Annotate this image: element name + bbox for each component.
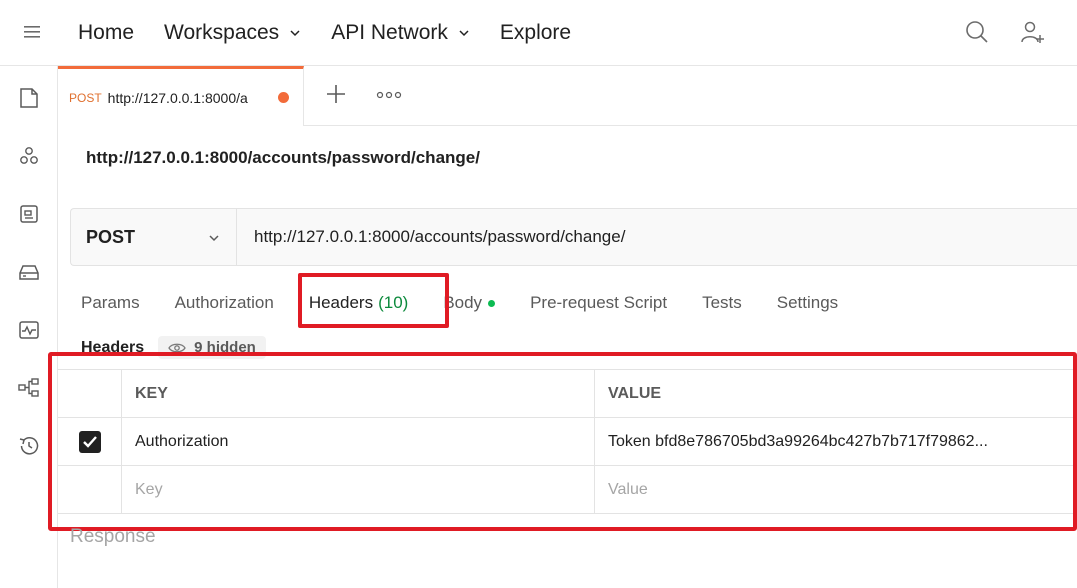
headers-table-highlight-box [48, 352, 1077, 531]
add-user-icon[interactable] [1019, 18, 1047, 46]
request-tab-url: http://127.0.0.1:8000/a [107, 89, 248, 106]
new-tab-plus-icon[interactable] [324, 82, 348, 106]
request-tab[interactable]: POST http://127.0.0.1:8000/a [58, 66, 304, 126]
nav-explore-label: Explore [499, 21, 572, 44]
nav-api-network-label: API Network [331, 21, 448, 44]
tab-authorization-label: Authorization [174, 293, 274, 312]
tab-body[interactable]: Body [443, 293, 496, 313]
main-nav: Home Workspaces API Network Explore [78, 0, 601, 66]
tab-settings[interactable]: Settings [777, 293, 838, 313]
tab-settings-label: Settings [776, 293, 839, 312]
tab-params[interactable]: Params [81, 293, 140, 313]
chevron-down-icon [209, 235, 219, 242]
tab-tests[interactable]: Tests [702, 293, 742, 313]
unsaved-dot-icon [277, 92, 289, 103]
more-tabs-icon[interactable] [376, 90, 402, 100]
top-bar: Home Workspaces API Network Explore [0, 0, 1077, 66]
nav-explore[interactable]: Explore [500, 21, 571, 45]
top-right-actions [963, 18, 1047, 46]
chevron-down-icon [459, 30, 469, 37]
tab-body-label: Body [443, 293, 483, 312]
response-section-label: Response [70, 526, 156, 547]
collections-icon[interactable] [17, 86, 41, 110]
url-input[interactable]: http://127.0.0.1:8000/accounts/password/… [237, 227, 625, 247]
environments-icon[interactable] [17, 202, 41, 226]
nav-workspaces-label: Workspaces [164, 21, 280, 44]
apis-icon[interactable] [17, 144, 41, 168]
mock-servers-icon[interactable] [17, 260, 41, 284]
nav-home[interactable]: Home [78, 21, 134, 45]
tab-tests-label: Tests [702, 293, 742, 312]
request-title[interactable]: http://127.0.0.1:8000/accounts/password/… [86, 148, 480, 168]
tab-authorization[interactable]: Authorization [175, 293, 274, 313]
chevron-down-icon [290, 30, 300, 37]
method-select-value: POST [86, 226, 136, 247]
url-bar: POST http://127.0.0.1:8000/accounts/pass… [70, 208, 1077, 266]
monitors-icon[interactable] [17, 318, 41, 342]
method-select[interactable]: POST [71, 209, 237, 265]
menu-icon[interactable] [22, 22, 42, 42]
nav-workspaces[interactable]: Workspaces [164, 21, 301, 45]
tab-params-label: Params [81, 293, 140, 312]
nav-home-label: Home [78, 21, 135, 44]
request-subtabs: Params Authorization Headers (10) Body P… [81, 288, 873, 318]
search-icon[interactable] [963, 18, 991, 46]
request-tabs-bar: POST http://127.0.0.1:8000/a [58, 66, 1077, 126]
tab-pre-request-script[interactable]: Pre-request Script [530, 293, 667, 313]
flows-icon[interactable] [17, 376, 41, 400]
request-tab-method: POST [69, 90, 102, 105]
headers-tab-highlight-box [298, 273, 449, 328]
tab-prerequest-label: Pre-request Script [530, 293, 668, 312]
nav-api-network[interactable]: API Network [331, 21, 470, 45]
body-indicator-dot-icon [488, 299, 496, 307]
history-icon[interactable] [17, 434, 41, 458]
